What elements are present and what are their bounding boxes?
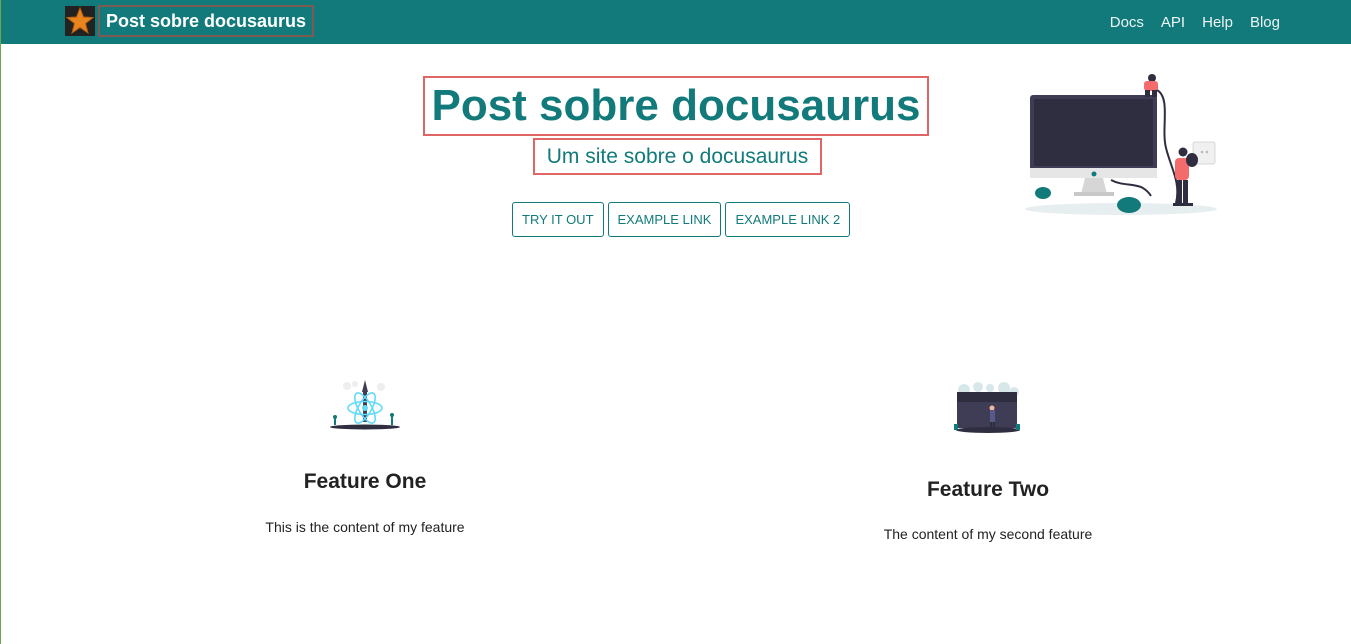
feature-two-text: The content of my second feature (883, 526, 1093, 542)
try-it-out-button[interactable]: TRY IT OUT (512, 202, 604, 237)
nav-link-docs[interactable]: Docs (1110, 14, 1144, 31)
hero-title: Post sobre docusaurus (423, 76, 929, 136)
feature-two-block: Feature Two The content of my second fea… (838, 380, 1138, 542)
nav-link-blog[interactable]: Blog (1250, 14, 1280, 31)
top-navbar: Post sobre docusaurus Docs API Help Blog (1, 0, 1351, 44)
server-illustration (954, 382, 1020, 433)
feature-one-title: Feature One (303, 470, 427, 493)
nav-link-help[interactable]: Help (1202, 14, 1233, 31)
star-icon[interactable] (65, 6, 95, 36)
feature-one-block: Feature One This is the content of my fe… (215, 378, 515, 535)
react-atom-illustration (330, 380, 400, 430)
example-link-2-button[interactable]: EXAMPLE LINK 2 (725, 202, 851, 237)
nav-links: Docs API Help Blog (1093, 0, 1280, 44)
nav-link-api[interactable]: API (1161, 14, 1185, 31)
example-link-button[interactable]: EXAMPLE LINK (607, 202, 722, 237)
feature-two-title: Feature Two (926, 478, 1050, 501)
site-brand-link[interactable]: Post sobre docusaurus (98, 5, 315, 37)
hero-button-row: TRY IT OUT EXAMPLE LINK EXAMPLE LINK 2 (512, 202, 851, 237)
computer-with-people-illustration (1011, 68, 1221, 225)
hero-subtitle: Um site sobre o docusaurus (533, 138, 822, 175)
feature-one-text: This is the content of my feature (265, 519, 465, 535)
